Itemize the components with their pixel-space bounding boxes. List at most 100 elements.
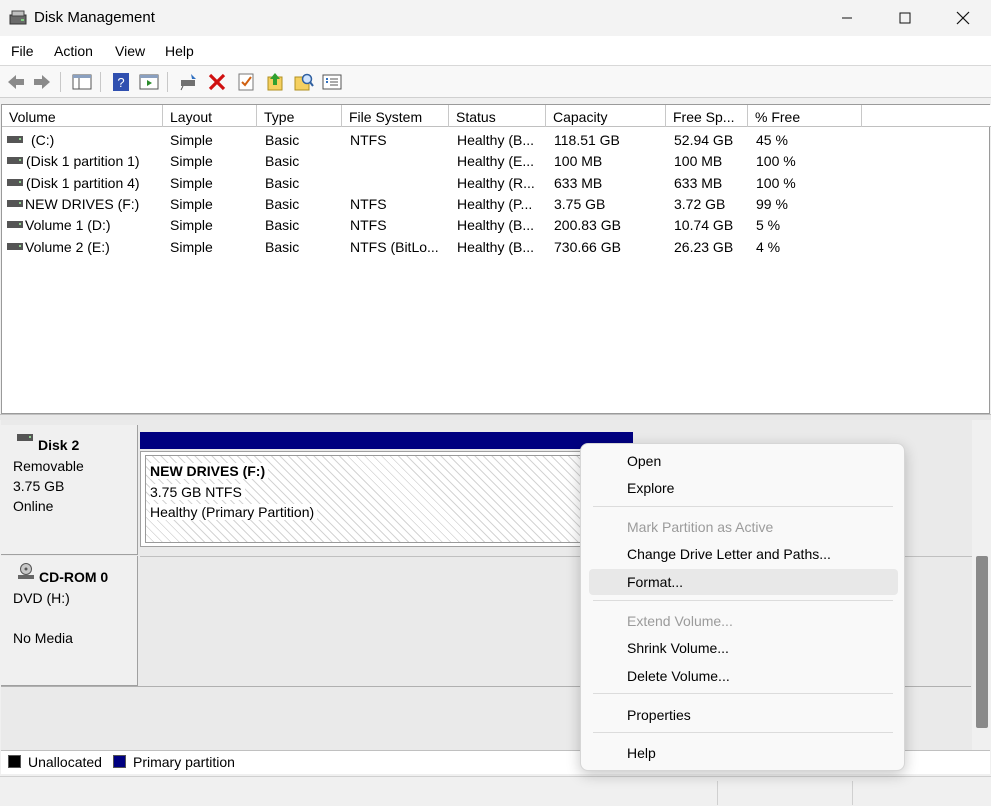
menu-bar: File Action View Help [0, 36, 991, 66]
context-change-drive-letter[interactable]: Change Drive Letter and Paths... [589, 541, 898, 567]
volume-type-cell: Basic [265, 132, 300, 148]
context-format[interactable]: Format... [589, 569, 898, 595]
volume-row[interactable]: (Disk 1 partition 1) Simple Basic Healthy (… [2, 152, 991, 173]
volume-file-system-cell: NTFS [350, 132, 387, 148]
context-properties-label: Properties [627, 707, 691, 723]
volume-status-cell: Healthy (B... [457, 238, 535, 255]
context-delete-volume[interactable]: Delete Volume... [589, 663, 898, 689]
context-separator [593, 693, 893, 694]
context-extend-volume: Extend Volume... [589, 608, 898, 634]
partition-selection-hatch: NEW DRIVES (F:) 3.75 GB NTFS Healthy (Pr… [145, 455, 632, 543]
volume-row[interactable]: (Disk 1 partition 4) Simple Basic Healthy (… [2, 174, 991, 195]
volume-capacity-cell: 100 MB [554, 153, 603, 170]
volume-icon [7, 242, 23, 250]
volume-status-cell: Healthy (B... [457, 132, 535, 148]
disk-2-label[interactable]: Disk 2 Removable 3.75 GB Online [1, 425, 138, 555]
volume-row[interactable]: NEW DRIVES (F:) Simple Basic NTFS Healthy (P… [2, 195, 991, 216]
context-mark-active: Mark Partition as Active [589, 514, 898, 540]
rescan-icon[interactable] [264, 71, 286, 93]
volume-type-cell: Basic [265, 217, 300, 234]
connect-disk-icon[interactable] [177, 71, 199, 93]
column-type[interactable]: Type [257, 105, 342, 127]
window-title: Disk Management [34, 9, 155, 26]
volume-capacity-cell: 633 MB [554, 174, 603, 191]
menu-view[interactable]: View [115, 43, 145, 59]
menu-help[interactable]: Help [165, 43, 194, 59]
legend-unallocated-swatch [8, 755, 21, 768]
partition-size-fs: 3.75 GB NTFS [150, 484, 245, 500]
volume-icon [7, 157, 23, 165]
disk-2-type: Removable [13, 458, 84, 474]
back-icon[interactable] [5, 71, 27, 93]
column-layout[interactable]: Layout [163, 105, 257, 127]
volume-type-cell: Basic [265, 174, 300, 191]
volume-percent-free-cell: 99 % [756, 195, 788, 212]
partition-status: Healthy (Primary Partition) [150, 504, 318, 520]
toolbar: ? [0, 66, 991, 98]
context-explore[interactable]: Explore [589, 475, 898, 501]
partition-new-drives[interactable]: NEW DRIVES (F:) 3.75 GB NTFS Healthy (Pr… [140, 451, 637, 547]
close-button[interactable] [934, 0, 991, 36]
action-pane-icon[interactable] [138, 71, 160, 93]
column-file-system[interactable]: File System [342, 105, 449, 127]
menu-file[interactable]: File [11, 43, 34, 59]
context-shrink-volume-label: Shrink Volume... [627, 640, 729, 656]
help-icon[interactable]: ? [110, 71, 132, 93]
volume-percent-free-cell: 4 % [756, 238, 781, 255]
console-tree-icon[interactable] [71, 71, 93, 93]
volume-layout-cell: Simple [170, 174, 213, 191]
context-help[interactable]: Help [589, 740, 898, 766]
volume-row[interactable]: Volume 1 (D:) Simple Basic NTFS Healthy (B..… [2, 216, 991, 237]
column-volume[interactable]: Volume [2, 105, 163, 127]
context-help-label: Help [627, 745, 656, 761]
maximize-button[interactable] [876, 0, 934, 36]
volume-icon [7, 199, 23, 207]
column-capacity[interactable]: Capacity [546, 105, 666, 127]
volume-name-cell: (Disk 1 partition 1) [26, 153, 140, 170]
volume-status-cell: Healthy (B... [457, 217, 535, 234]
column-status[interactable]: Status [449, 105, 546, 127]
context-shrink-volume[interactable]: Shrink Volume... [589, 635, 898, 661]
volume-status-cell: Healthy (R... [457, 174, 535, 191]
menu-action[interactable]: Action [54, 43, 93, 59]
volume-layout-cell: Simple [170, 132, 213, 148]
cdrom-0-label[interactable]: CD-ROM 0 DVD (H:) No Media [1, 556, 138, 686]
cdrom-0-status: No Media [13, 630, 73, 646]
status-bar [0, 776, 991, 806]
context-separator [593, 732, 893, 733]
volume-icon [7, 136, 23, 143]
delete-icon[interactable] [206, 71, 228, 93]
volume-percent-free-cell: 5 % [756, 217, 781, 234]
check-icon[interactable] [235, 71, 257, 93]
volume-capacity-cell: 118.51 GB [554, 132, 620, 148]
search-icon[interactable] [293, 71, 315, 93]
column-percent-free[interactable]: % Free [748, 105, 862, 127]
volume-icon [7, 178, 23, 186]
context-open[interactable]: Open [589, 448, 898, 474]
volume-name-cell: Volume 1 (D:) [25, 217, 111, 234]
volume-row[interactable]: Volume 2 (E:) Simple Basic NTFS (BitLo... He… [2, 238, 991, 259]
volume-free-space-cell: 633 MB [674, 174, 723, 191]
toolbar-separator [100, 72, 101, 92]
volume-name-cell: (C:) [31, 132, 55, 148]
minimize-button[interactable] [818, 0, 876, 36]
column-free-space[interactable]: Free Sp... [666, 105, 748, 127]
scrollbar-thumb[interactable] [976, 556, 988, 728]
forward-icon[interactable] [31, 71, 53, 93]
toolbar-separator [167, 72, 168, 92]
volume-status-cell: Healthy (P... [457, 195, 533, 212]
context-delete-volume-label: Delete Volume... [627, 668, 730, 684]
close-icon [956, 11, 970, 25]
properties-icon[interactable] [321, 71, 343, 93]
volume-free-space-cell: 10.74 GB [674, 217, 734, 234]
context-properties[interactable]: Properties [589, 702, 898, 728]
volume-layout-cell: Simple [170, 217, 213, 234]
volume-row[interactable]: (C:) Simple Basic NTFS Healthy (B... 118.51 G… [2, 131, 991, 152]
context-format-label: Format... [627, 574, 684, 590]
status-bar-divider [717, 781, 718, 805]
volume-layout-cell: Simple [170, 238, 213, 255]
disk-icon [17, 434, 33, 441]
volume-type-cell: Basic [265, 195, 300, 212]
volume-name-cell: NEW DRIVES (F:) [25, 195, 140, 212]
toolbar-separator [60, 72, 61, 92]
